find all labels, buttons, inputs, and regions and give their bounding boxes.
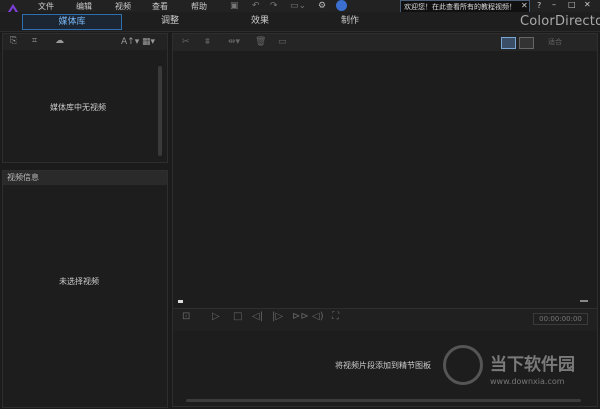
preview-mode-icon[interactable]: ⊡ [182,311,190,322]
help-icon[interactable]: ? [537,1,541,10]
tab-divider [0,31,600,32]
volume-icon[interactable]: ◁) [312,311,324,322]
tab-effects[interactable]: 效果 [235,14,285,28]
media-scrollbar[interactable] [158,66,162,156]
fast-forward-icon[interactable]: ⊳⊳ [292,311,309,322]
watermark-logo-icon [443,345,483,385]
no-video-selected-text: 未选择视频 [59,277,99,286]
menu-file[interactable]: 文件 [38,1,54,12]
maximize-icon[interactable]: □ [568,0,576,9]
account-icon[interactable] [336,0,347,11]
single-view-icon[interactable] [501,37,516,49]
close-icon[interactable]: ✕ [521,1,528,10]
crop-icon[interactable]: ⌗ [32,36,37,46]
video-info-header: 视频信息 [3,171,167,185]
menu-video[interactable]: 视频 [115,1,131,12]
timeline-end-marker[interactable] [580,300,588,302]
stop-icon[interactable]: □ [233,311,242,322]
media-library-panel [2,33,168,163]
fullscreen-icon[interactable]: ⛶ [332,311,339,322]
previous-frame-icon[interactable]: ◁| [252,311,263,322]
import-media-icon[interactable]: ⎘ [10,36,17,46]
save-icon[interactable]: ▣ [230,1,239,11]
aspect-ratio-icon[interactable]: ▭⌄ [290,1,306,11]
video-info-panel [2,170,168,408]
comment-icon[interactable]: ▭ [278,37,287,47]
welcome-notice-text: 欢迎您！在此查看所有的教程视频！ [404,3,516,11]
fit-select[interactable]: 适合 [548,37,562,47]
window-close-icon[interactable]: ✕ [584,0,591,9]
timecode-display: 00:00:00:00 [533,313,588,325]
watermark-text: 当下软件园 [490,355,575,375]
storyboard-scrollbar[interactable] [186,399,581,402]
menu-edit[interactable]: 编辑 [76,1,92,12]
delete-icon[interactable]: 🗑 [255,37,266,47]
watermark-url: www.downxia.com [490,377,565,386]
redo-icon[interactable]: ↷ [270,1,278,11]
tab-media-library[interactable]: 媒体库 [22,14,122,30]
grid-view-icon[interactable]: ▦▾ [142,37,155,47]
compare-view-icon[interactable] [519,37,534,49]
timeline-start-marker[interactable] [178,300,183,303]
media-empty-text: 媒体库中无视频 [50,103,106,112]
split-icon[interactable]: ⩩ [205,37,210,47]
brand-title: ColorDirector [520,14,600,29]
cloud-icon[interactable]: ☁ [55,36,64,46]
next-frame-icon[interactable]: |▷ [272,311,283,322]
cut-icon[interactable]: ✂ [182,37,190,47]
menu-help[interactable]: 帮助 [191,1,207,12]
sort-text-icon[interactable]: A↑▾ [121,37,139,47]
trim-icon[interactable]: ⇹▾ [228,37,240,47]
tab-adjust[interactable]: 调整 [145,14,195,28]
minimize-icon[interactable]: – [552,0,556,9]
settings-gear-icon[interactable]: ⚙ [318,1,326,11]
play-icon[interactable]: ▷ [212,311,220,322]
undo-icon[interactable]: ↶ [252,1,260,11]
menu-view[interactable]: 查看 [152,1,168,12]
tab-produce[interactable]: 制作 [325,14,375,28]
storyboard-hint: 将视频片段添加到精节图板 [335,361,431,370]
